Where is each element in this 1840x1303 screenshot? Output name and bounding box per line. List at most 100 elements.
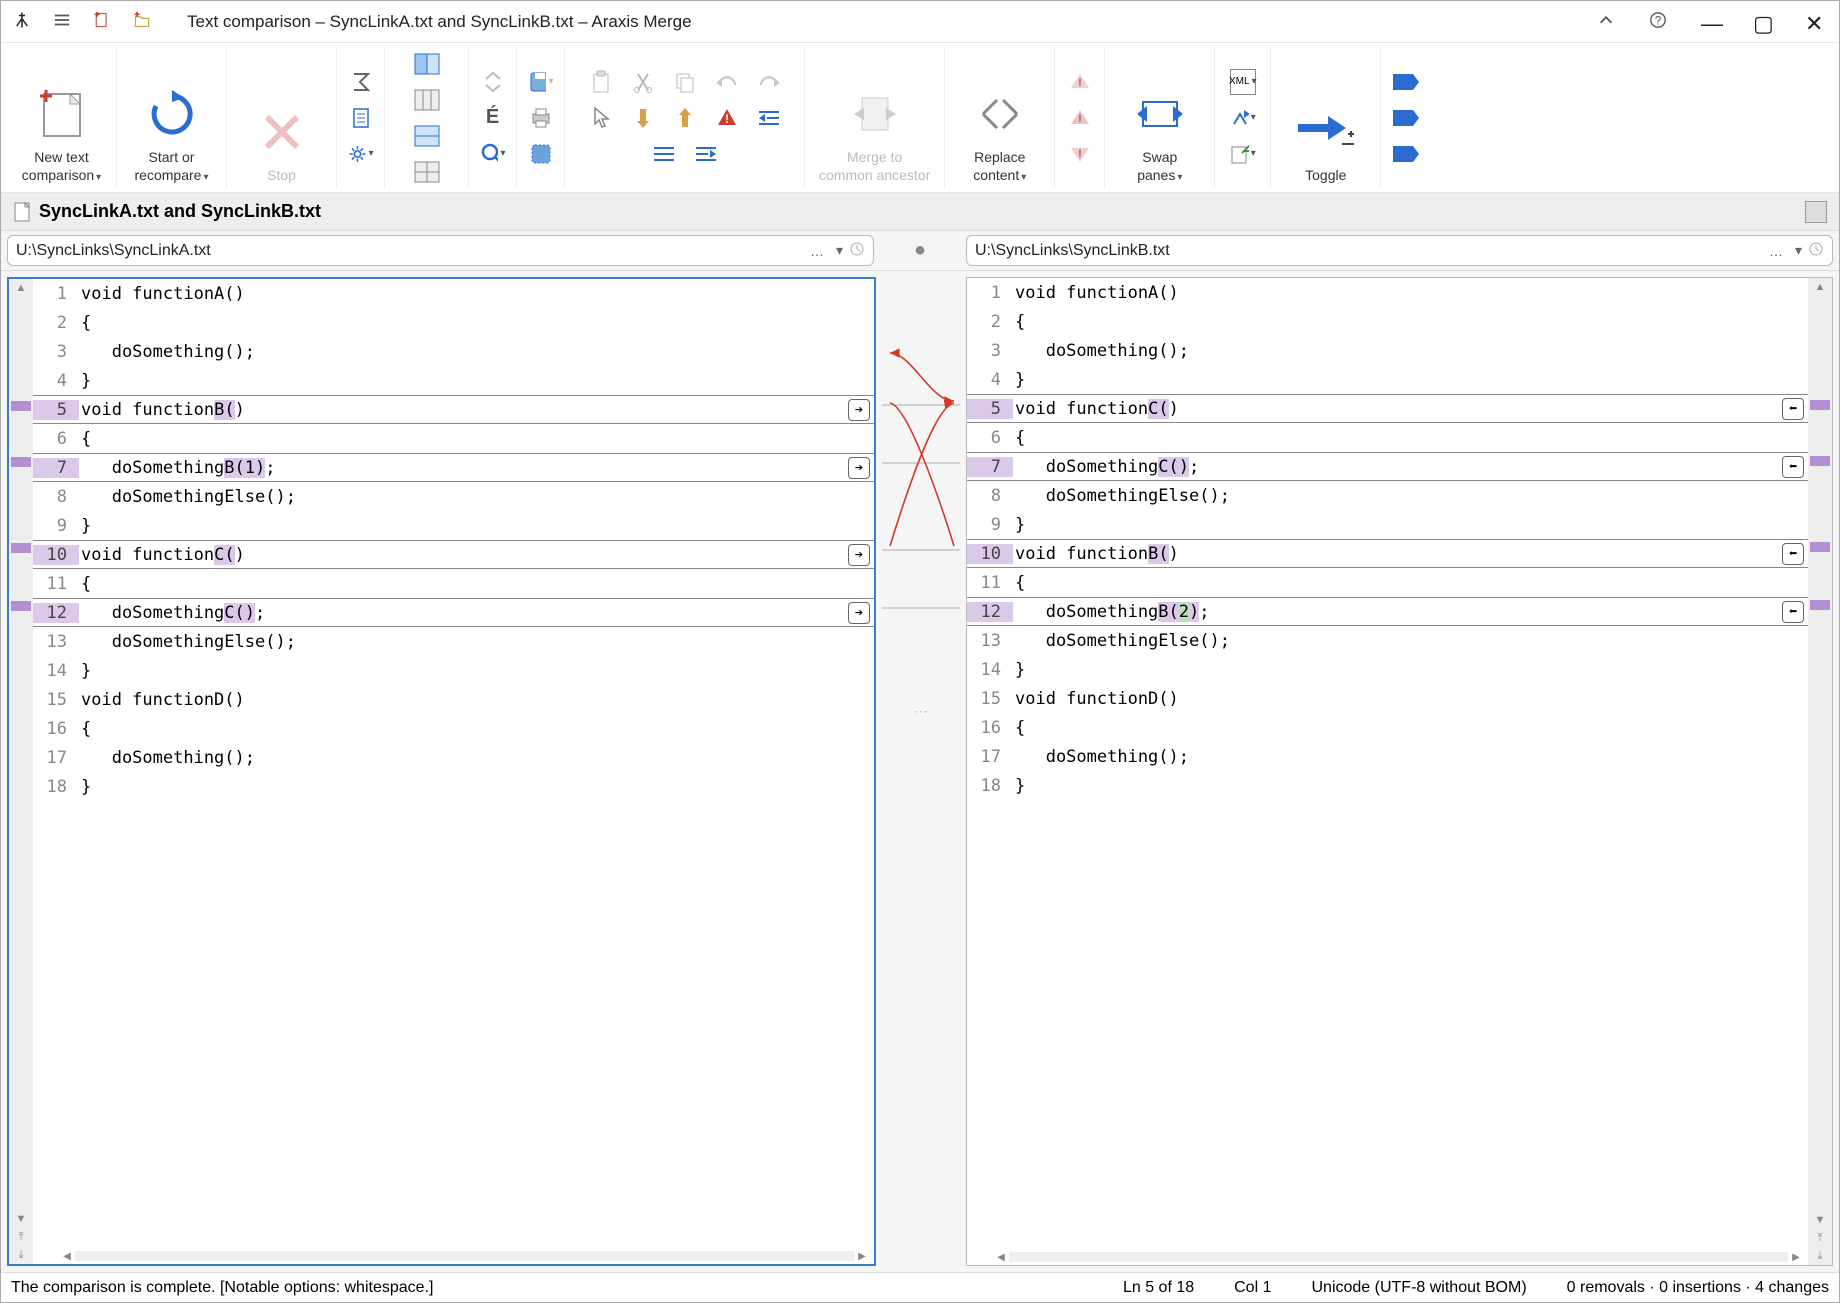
left-code-body[interactable]: 1void functionA()2{3 doSomething();4}5vo… (33, 279, 874, 1264)
code-line[interactable]: 8 doSomethingElse(); (33, 482, 874, 511)
right-path-history-icon[interactable] (1808, 241, 1824, 260)
code-line[interactable]: 11{ (33, 569, 874, 598)
merge-right-button[interactable]: ➔ (848, 602, 870, 624)
code-line[interactable]: 15void functionD() (33, 685, 874, 714)
code-line[interactable]: 17 doSomething(); (33, 743, 874, 772)
gear-icon[interactable]: ▾ (348, 141, 374, 167)
up-bar-icon[interactable] (672, 105, 698, 131)
code-line[interactable]: 6{ (967, 423, 1808, 452)
code-line[interactable]: 10void functionC()➔ (33, 540, 874, 569)
bookmark-1-icon[interactable] (1393, 69, 1419, 95)
collapse-icon[interactable] (480, 69, 506, 95)
code-line[interactable]: 10void functionB()⬅ (967, 539, 1808, 568)
new-folder-icon[interactable] (133, 11, 151, 32)
two-pane-icon[interactable] (414, 51, 440, 77)
code-line[interactable]: 4} (967, 365, 1808, 394)
code-line[interactable]: 1void functionA() (33, 279, 874, 308)
code-line[interactable]: 16{ (33, 714, 874, 743)
horizontal-scrollbar[interactable]: ◀▶ (59, 1248, 870, 1264)
new-text-comparison-button[interactable]: New textcomparison▾ (7, 47, 117, 188)
select-all-icon[interactable] (528, 141, 554, 167)
code-line[interactable]: 15void functionD() (967, 684, 1808, 713)
copy-icon[interactable] (672, 69, 698, 95)
warn-up-icon[interactable]: ! (1067, 69, 1093, 95)
redo-icon[interactable] (756, 69, 782, 95)
scroll-end-icon[interactable]: ⤓ (1808, 1247, 1832, 1265)
code-line[interactable]: 12 doSomethingB(2);⬅ (967, 597, 1808, 626)
minimize-button[interactable]: — (1701, 13, 1719, 31)
close-button[interactable]: ✕ (1805, 13, 1823, 31)
link-arrow-icon[interactable]: ▾ (1230, 105, 1256, 131)
code-line[interactable]: 16{ (967, 713, 1808, 742)
warn-down-icon[interactable]: ! (1067, 141, 1093, 167)
expand-up-icon[interactable] (1597, 11, 1615, 32)
code-line[interactable]: 6{ (33, 424, 874, 453)
horizontal-scrollbar[interactable]: ◀▶ (993, 1249, 1804, 1265)
merge-left-button[interactable]: ⬅ (1782, 543, 1804, 565)
left-path-input[interactable]: U:\SyncLinks\SyncLinkA.txt … ▾ (7, 235, 874, 266)
left-minimap[interactable]: ▲ ▼ ⤒ ⤓ (9, 279, 33, 1264)
scroll-home-icon[interactable]: ⤒ (1808, 1229, 1832, 1247)
right-code-body[interactable]: 1void functionA()2{3 doSomething();4}5vo… (967, 278, 1808, 1265)
code-line[interactable]: 5void functionB()➔ (33, 395, 874, 424)
scroll-end-icon[interactable]: ⤓ (9, 1246, 33, 1264)
menu-icon[interactable] (53, 11, 71, 32)
right-path-ellipsis[interactable]: … (1769, 243, 1783, 259)
code-line[interactable]: 9} (967, 510, 1808, 539)
three-pane-icon[interactable] (414, 87, 440, 113)
merge-left-button[interactable]: ⬅ (1782, 398, 1804, 420)
right-path-input[interactable]: U:\SyncLinks\SyncLinkB.txt … ▾ (966, 235, 1833, 266)
code-line[interactable]: 13 doSomethingElse(); (967, 626, 1808, 655)
left-path-ellipsis[interactable]: … (810, 243, 824, 259)
horizontal-split-icon[interactable] (414, 123, 440, 149)
code-line[interactable]: 1void functionA() (967, 278, 1808, 307)
indent-equal-icon[interactable] (651, 141, 677, 167)
code-line[interactable]: 12 doSomethingC();➔ (33, 598, 874, 627)
code-line[interactable]: 3 doSomething(); (33, 337, 874, 366)
xml-icon[interactable]: XML▾ (1230, 69, 1256, 95)
right-minimap[interactable]: ▲ ▼ ⤒ ⤓ (1808, 278, 1832, 1265)
maximize-button[interactable]: ▢ (1753, 13, 1771, 31)
code-line[interactable]: 13 doSomethingElse(); (33, 627, 874, 656)
help-icon[interactable]: ? (1649, 11, 1667, 32)
code-line[interactable]: 7 doSomethingC();⬅ (967, 452, 1808, 481)
code-line[interactable]: 14} (967, 655, 1808, 684)
bookmark-2-icon[interactable] (1393, 105, 1419, 131)
merge-right-button[interactable]: ➔ (848, 544, 870, 566)
merge-left-button[interactable]: ⬅ (1782, 601, 1804, 623)
left-code-panel[interactable]: ▲ ▼ ⤒ ⤓ 1void functionA()2{3 doSomething… (7, 277, 876, 1266)
merge-left-button[interactable]: ⬅ (1782, 456, 1804, 478)
undo-icon[interactable] (714, 69, 740, 95)
scroll-down-icon[interactable]: ▼ (1808, 1211, 1832, 1229)
new-file-icon[interactable] (93, 11, 111, 32)
replace-content-button[interactable]: Replacecontent▾ (945, 47, 1055, 188)
cut-icon[interactable] (630, 69, 656, 95)
left-path-dropdown-icon[interactable]: ▾ (836, 242, 843, 259)
code-line[interactable]: 4} (33, 366, 874, 395)
search-icon[interactable]: ▾ (480, 141, 506, 167)
merge-right-button[interactable]: ➔ (848, 457, 870, 479)
code-line[interactable]: 14} (33, 656, 874, 685)
code-line[interactable]: 17 doSomething(); (967, 742, 1808, 771)
left-path-history-icon[interactable] (849, 241, 865, 260)
code-line[interactable]: 18} (33, 772, 874, 801)
code-line[interactable]: 2{ (967, 307, 1808, 336)
sigma-icon[interactable] (348, 69, 374, 95)
scroll-up-icon[interactable]: ▲ (1808, 278, 1832, 296)
code-line[interactable]: 18} (967, 771, 1808, 800)
tab-side-toggle[interactable] (1805, 201, 1827, 223)
code-line[interactable]: 2{ (33, 308, 874, 337)
right-code-panel[interactable]: 1void functionA()2{3 doSomething();4}5vo… (966, 277, 1833, 1266)
code-line[interactable]: 5void functionC()⬅ (967, 394, 1808, 423)
cursor-icon[interactable] (588, 105, 614, 131)
print-icon[interactable] (528, 105, 554, 131)
scroll-down-icon[interactable]: ▼ (9, 1210, 33, 1228)
document-small-icon[interactable] (348, 105, 374, 131)
code-line[interactable]: 11{ (967, 568, 1808, 597)
export-icon[interactable]: ▾ (1230, 141, 1256, 167)
recompare-button[interactable]: Start orrecompare▾ (117, 47, 227, 188)
accent-e-icon[interactable]: É (480, 105, 506, 131)
indent-right-icon[interactable] (693, 141, 719, 167)
code-line[interactable]: 7 doSomethingB(1);➔ (33, 453, 874, 482)
toggle-button[interactable]: Toggle (1271, 47, 1381, 188)
